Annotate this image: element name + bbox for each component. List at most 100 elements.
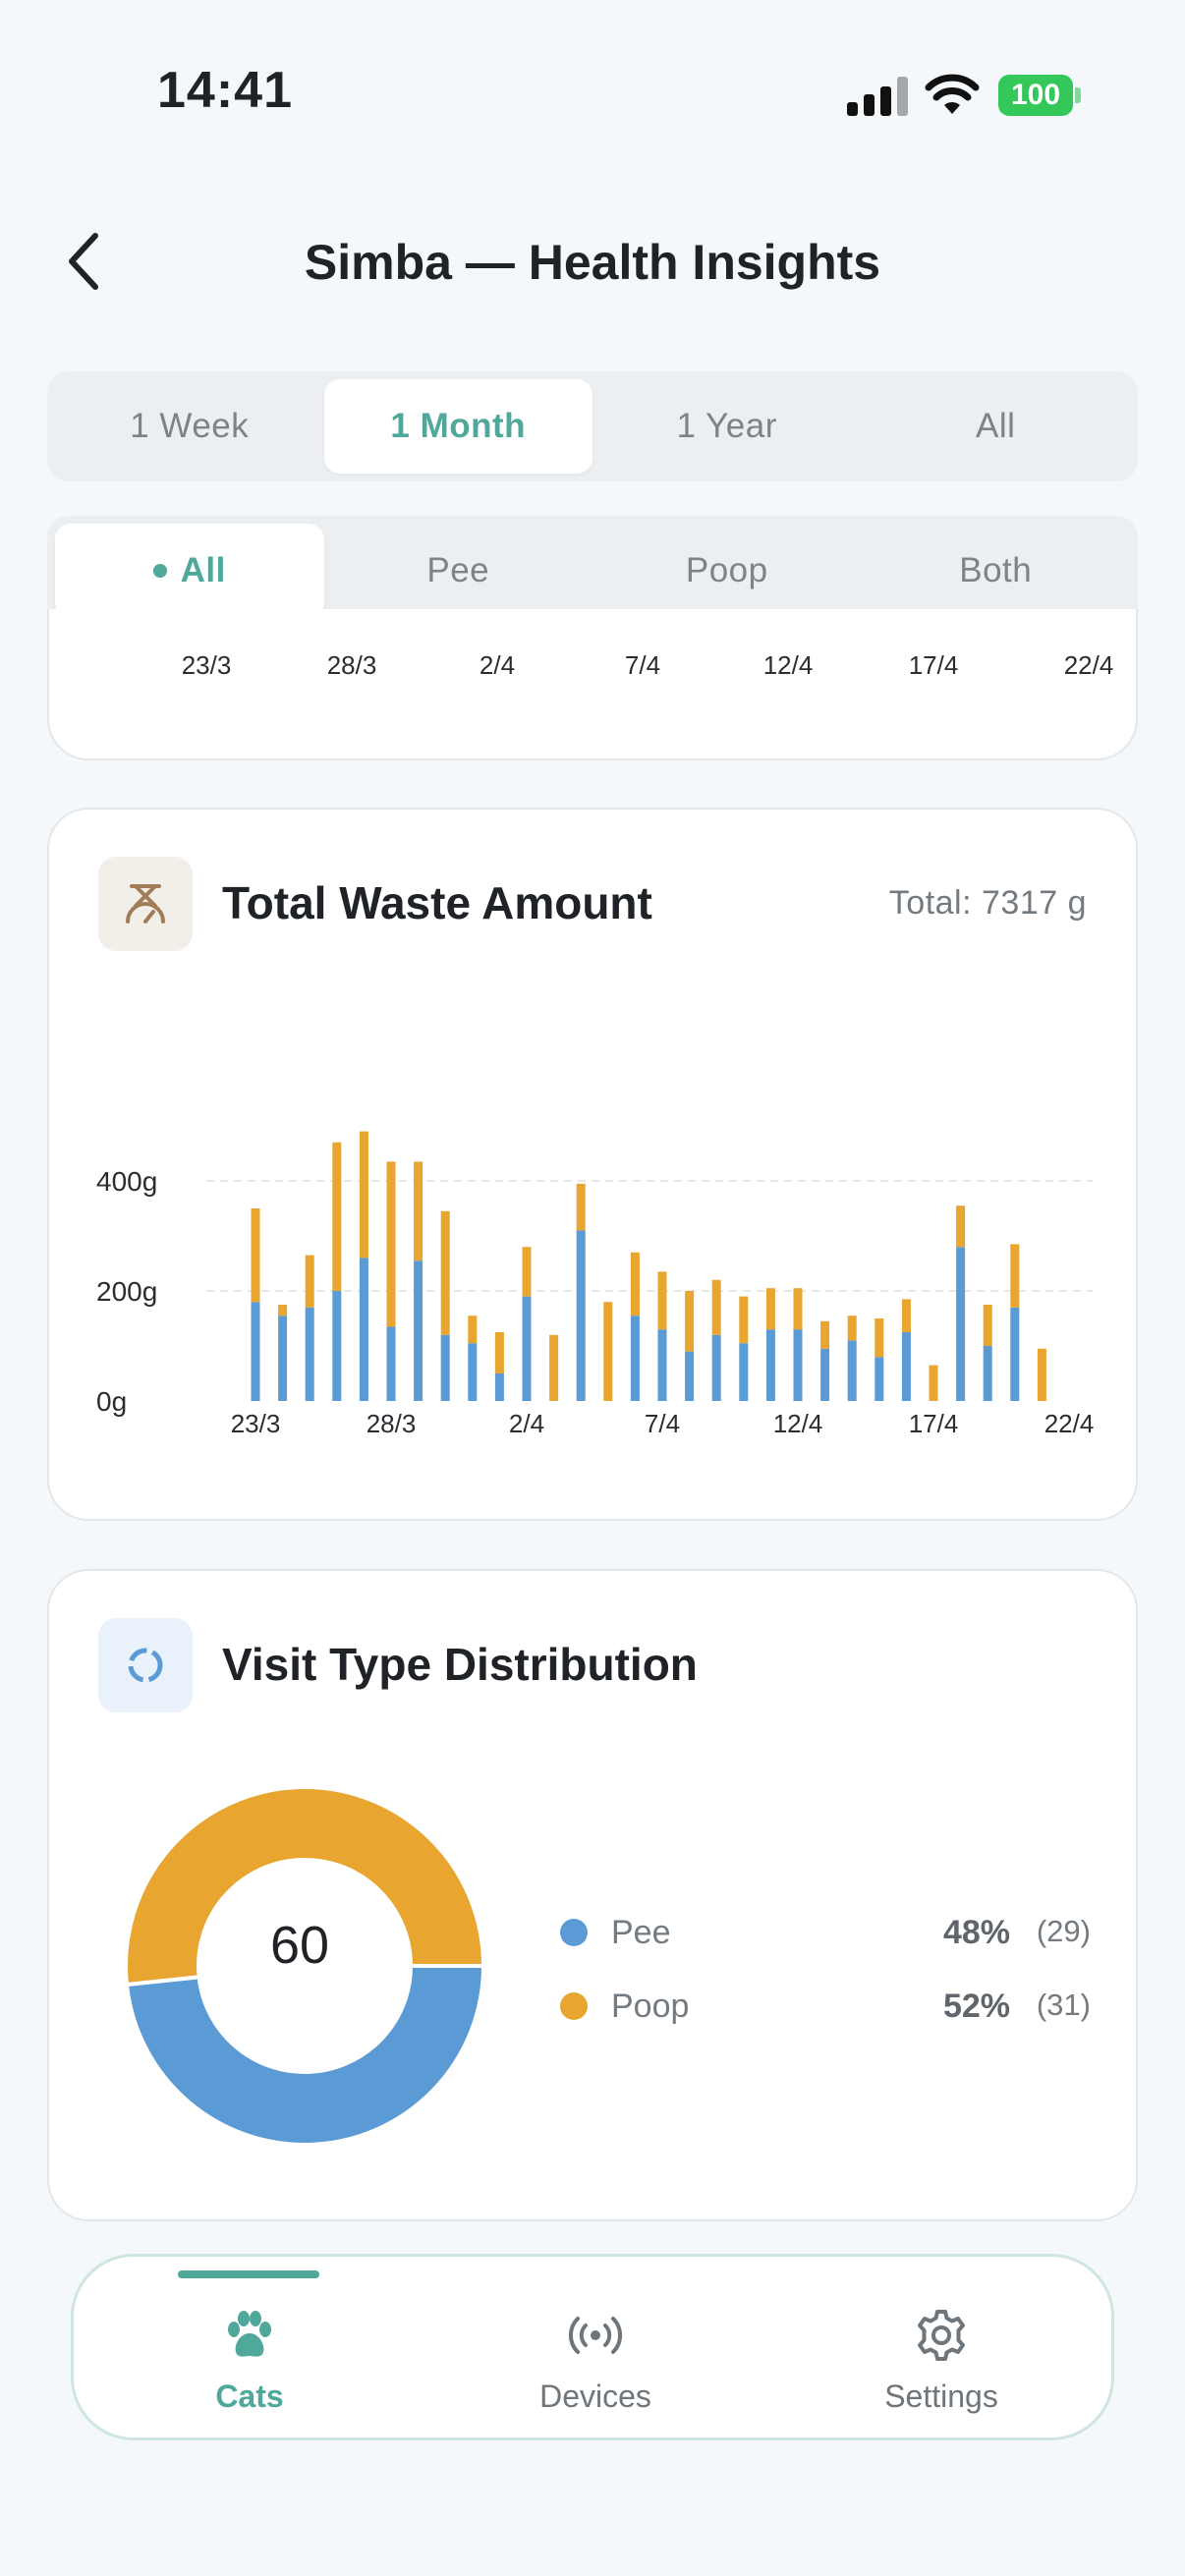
bar-poop bbox=[657, 1271, 667, 1330]
previous-chart-card: 23/3 28/3 2/4 7/4 12/4 17/4 22/4 bbox=[47, 609, 1138, 760]
bar-pee bbox=[657, 1329, 667, 1401]
filter-all[interactable]: All bbox=[55, 524, 324, 618]
bar-pee bbox=[522, 1296, 532, 1401]
y-tick-label: 0g bbox=[96, 1386, 127, 1417]
bar-poop bbox=[251, 1208, 260, 1303]
bar-pee bbox=[1010, 1307, 1020, 1401]
legend-count: (29) bbox=[1036, 1914, 1091, 1948]
tab-label: Cats bbox=[215, 2379, 284, 2414]
legend-item-poop: Poop 52% (31) bbox=[560, 1982, 1091, 2031]
filter-pee[interactable]: Pee bbox=[324, 524, 593, 618]
bar-pee bbox=[711, 1334, 721, 1401]
bar-pee bbox=[901, 1332, 911, 1401]
bar-poop bbox=[305, 1255, 314, 1308]
bar-pee bbox=[685, 1351, 695, 1401]
legend-name: Pee bbox=[611, 1914, 671, 1951]
bar-pee bbox=[847, 1340, 857, 1401]
x-label: 12/4 bbox=[762, 650, 814, 680]
bar-poop bbox=[494, 1332, 504, 1373]
active-dot bbox=[152, 564, 167, 578]
bar-poop bbox=[875, 1318, 884, 1358]
visit-distribution-card: Visit Type Distribution 60 Pee 48% (29) … bbox=[47, 1569, 1138, 2221]
bar-poop bbox=[278, 1305, 288, 1316]
bar-pee bbox=[251, 1302, 260, 1401]
bar-poop bbox=[711, 1279, 721, 1335]
filter-poop[interactable]: Poop bbox=[592, 524, 862, 618]
bar-poop bbox=[576, 1183, 586, 1231]
health-insights-screen: 14:41 100 Simba — Health Insights 1 Week… bbox=[0, 0, 1185, 2576]
active-tab-indicator bbox=[178, 2270, 319, 2278]
bar-pee bbox=[983, 1346, 992, 1401]
bar-poop bbox=[793, 1288, 803, 1330]
bar-pee bbox=[820, 1348, 830, 1401]
period-selector: 1 Week 1 Month 1 Year All bbox=[47, 371, 1138, 481]
x-tick-label: 17/4 bbox=[909, 1409, 959, 1438]
bar-pee bbox=[576, 1230, 586, 1401]
battery-icon: 100 bbox=[998, 75, 1081, 116]
bar-poop bbox=[1010, 1244, 1020, 1308]
bar-pee bbox=[414, 1260, 423, 1401]
x-label: 7/4 bbox=[624, 650, 661, 680]
tab-settings[interactable]: Settings bbox=[794, 2306, 1089, 2424]
bottom-tab-bar: Cats Devices Settings bbox=[71, 2254, 1114, 2440]
legend-name: Poop bbox=[611, 1988, 690, 2025]
gear-icon bbox=[918, 2310, 965, 2361]
y-tick-label: 400g bbox=[96, 1166, 157, 1197]
broadcast-icon bbox=[568, 2317, 623, 2354]
legend-count: (31) bbox=[1036, 1988, 1091, 2022]
bar-poop bbox=[765, 1288, 775, 1330]
tab-1-month[interactable]: 1 Month bbox=[323, 379, 592, 474]
legend-item-pee: Pee 48% (29) bbox=[560, 1908, 1091, 1957]
x-tick-label: 23/3 bbox=[231, 1409, 281, 1438]
tab-label: Devices bbox=[539, 2379, 651, 2414]
bar-pee bbox=[278, 1316, 288, 1401]
bar-pee bbox=[956, 1247, 966, 1401]
bar-pee bbox=[468, 1343, 478, 1401]
filter-both[interactable]: Both bbox=[862, 524, 1131, 618]
x-tick-label: 22/4 bbox=[1044, 1409, 1095, 1438]
bar-poop bbox=[630, 1252, 640, 1316]
donut-slice-pee bbox=[124, 1964, 486, 2147]
bar-poop bbox=[468, 1316, 478, 1344]
status-bar: 14:41 100 bbox=[0, 0, 1185, 187]
tab-devices[interactable]: Devices bbox=[448, 2306, 743, 2424]
bar-pee bbox=[630, 1316, 640, 1401]
total-waste-card: Total Waste Amount Total: 7317 g 0g 200g 4… bbox=[47, 808, 1138, 1521]
bar-pee bbox=[793, 1329, 803, 1401]
status-time: 14:41 bbox=[157, 62, 293, 119]
bar-pee bbox=[305, 1307, 314, 1401]
pee-color-dot bbox=[560, 1919, 588, 1946]
bar-poop bbox=[603, 1302, 613, 1401]
bar-poop bbox=[440, 1210, 450, 1335]
bar-poop bbox=[549, 1334, 559, 1401]
page-title: Simba — Health Insights bbox=[304, 235, 881, 290]
legend-percent: 48% bbox=[942, 1914, 1010, 1951]
bar-poop bbox=[901, 1299, 911, 1332]
bar-poop bbox=[414, 1161, 423, 1261]
paw-icon bbox=[228, 2311, 271, 2357]
visit-donut-chart bbox=[124, 1785, 486, 2147]
tab-1-week[interactable]: 1 Week bbox=[55, 379, 324, 474]
x-tick-label: 7/4 bbox=[645, 1409, 680, 1438]
tab-1-year[interactable]: 1 Year bbox=[592, 379, 862, 474]
bar-poop bbox=[983, 1305, 992, 1346]
bar-pee bbox=[494, 1373, 504, 1401]
x-label: 17/4 bbox=[908, 650, 959, 680]
x-label: 28/3 bbox=[326, 650, 377, 680]
bar-pee bbox=[765, 1329, 775, 1401]
tab-label: Settings bbox=[884, 2379, 998, 2414]
x-tick-label: 28/3 bbox=[367, 1409, 417, 1438]
bar-poop bbox=[739, 1296, 749, 1344]
tab-all-time[interactable]: All bbox=[862, 379, 1131, 474]
cellular-signal-icon bbox=[847, 77, 908, 116]
x-label: 23/3 bbox=[181, 650, 232, 680]
waste-bar-chart: 0g 200g 400g 23/3 28/3 2/4 7/4 12/4 17/4 22/4 bbox=[96, 1131, 1095, 1438]
bar-poop bbox=[847, 1316, 857, 1341]
bar-poop bbox=[359, 1131, 368, 1259]
bar-pee bbox=[440, 1334, 450, 1401]
donut-total: 60 bbox=[269, 1916, 330, 1975]
bar-pee bbox=[386, 1326, 396, 1401]
bar-pee bbox=[875, 1357, 884, 1401]
tab-cats[interactable]: Cats bbox=[102, 2306, 397, 2424]
bar-pee bbox=[332, 1291, 342, 1401]
